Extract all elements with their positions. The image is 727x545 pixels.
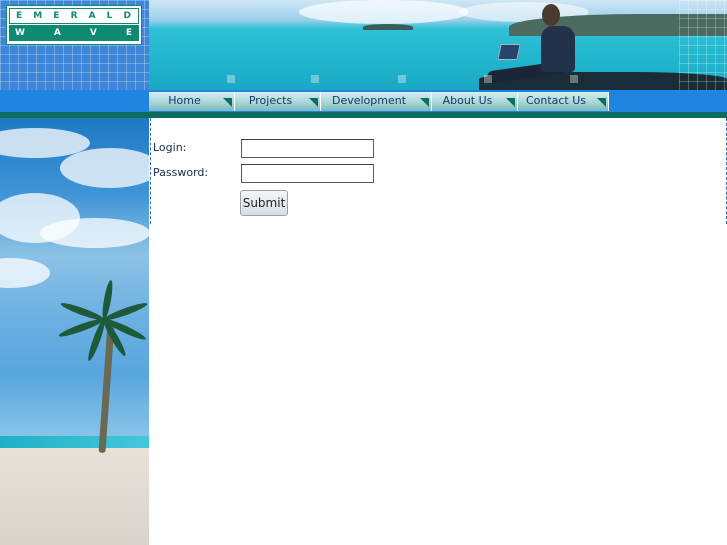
beach-sand	[0, 448, 149, 545]
nav-tab-home[interactable]: Home	[149, 92, 235, 111]
nav-tab-contact-us[interactable]: Contact Us	[518, 92, 609, 111]
triangle-corner-icon	[506, 98, 515, 107]
banner-square-decoration	[398, 75, 406, 83]
password-input[interactable]	[241, 164, 374, 183]
banner-island	[363, 24, 413, 30]
header-banner-image	[149, 0, 727, 90]
banner-grid-overlay	[679, 0, 727, 90]
triangle-corner-icon	[223, 98, 232, 107]
login-input[interactable]	[241, 139, 374, 158]
logo-letter: A	[88, 11, 97, 21]
logo-letter: E	[53, 11, 61, 21]
sky-cloud	[40, 218, 149, 248]
banner-person	[541, 26, 575, 72]
banner-square-decoration	[311, 75, 319, 83]
logo-letter: D	[123, 11, 132, 21]
login-label: Login:	[153, 141, 187, 154]
submit-button[interactable]: Submit	[240, 190, 288, 216]
logo-letter: E	[125, 28, 133, 38]
logo-letter: W	[15, 28, 26, 38]
logo-line-emerald: E M E R A L D	[9, 8, 139, 24]
laptop-icon	[497, 44, 521, 60]
palm-tree-trunk	[98, 322, 115, 454]
triangle-corner-icon	[597, 98, 606, 107]
banner-square-decoration	[227, 75, 235, 83]
banner-square-decoration	[484, 75, 492, 83]
nav-tab-development[interactable]: Development	[321, 92, 432, 111]
banner-cloud	[299, 0, 469, 24]
left-decorative-image	[0, 118, 149, 545]
logo-line-wave: W A V E	[9, 25, 139, 41]
logo-letter: R	[70, 11, 79, 21]
nav-tab-label: Development	[331, 94, 407, 107]
nav-tab-projects[interactable]: Projects	[235, 92, 321, 111]
logo-panel: E M E R A L D W A V E	[0, 0, 149, 90]
password-label: Password:	[153, 166, 209, 179]
site-logo[interactable]: E M E R A L D W A V E	[6, 5, 142, 45]
triangle-corner-icon	[309, 98, 318, 107]
nav-tab-label: Projects	[248, 94, 293, 107]
logo-letter: A	[53, 28, 62, 38]
content-area	[150, 118, 727, 224]
triangle-corner-icon	[420, 98, 429, 107]
logo-letter: L	[106, 11, 114, 21]
sky-cloud	[0, 258, 50, 288]
sky-cloud	[60, 148, 149, 188]
banner-square-decoration	[570, 75, 578, 83]
site-header: E M E R A L D W A V E	[0, 0, 727, 90]
logo-letter: E	[16, 11, 24, 21]
nav-tab-label: About Us	[442, 94, 493, 107]
sea	[0, 436, 149, 448]
logo-letter: V	[89, 28, 98, 38]
nav-tab-label: Home	[168, 94, 201, 107]
nav-tab-label: Contact Us	[525, 94, 587, 107]
logo-letter: M	[33, 11, 44, 21]
nav-tab-about-us[interactable]: About Us	[432, 92, 518, 111]
palm-frond	[59, 300, 106, 323]
banner-person-head	[542, 4, 560, 26]
